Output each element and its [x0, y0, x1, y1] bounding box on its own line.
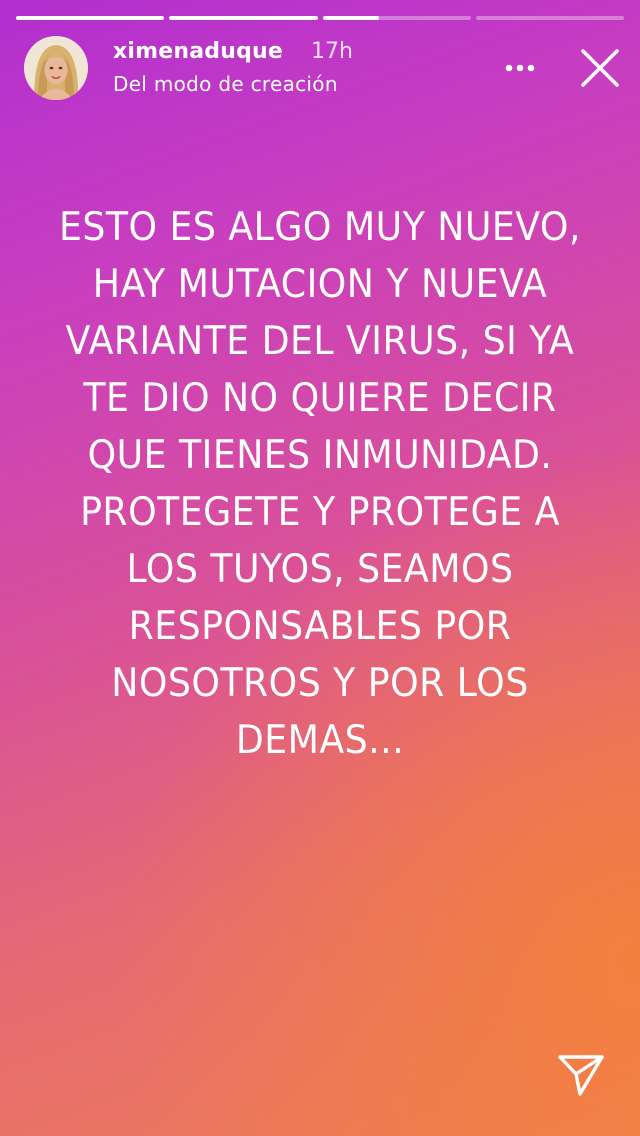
story-text: ESTO ES ALGO MUY NUEVO, HAY MUTACION Y N… — [59, 205, 581, 763]
progress-segment — [475, 16, 624, 20]
progress-segment — [169, 16, 318, 20]
story-header: ximenaduque 17h Del modo de creación — [24, 36, 624, 102]
send-icon[interactable] — [556, 1052, 606, 1098]
avatar-photo-icon — [24, 36, 88, 100]
story-progress-bar — [16, 16, 624, 20]
progress-segment-fill — [322, 16, 379, 20]
more-options-icon[interactable] — [500, 50, 540, 86]
progress-segment — [322, 16, 471, 20]
progress-segment-fill — [16, 16, 165, 20]
avatar[interactable] — [24, 36, 88, 100]
story-subtitle[interactable]: Del modo de creación — [113, 72, 338, 96]
progress-segment-fill — [169, 16, 318, 20]
close-icon[interactable] — [578, 46, 622, 90]
story-screen: ximenaduque 17h Del modo de creación EST… — [0, 0, 640, 1136]
timestamp: 17h — [311, 39, 353, 64]
progress-segment — [16, 16, 165, 20]
username[interactable]: ximenaduque — [113, 39, 283, 64]
